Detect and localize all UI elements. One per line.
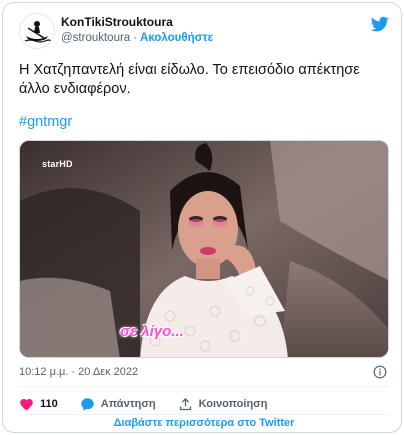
info-icon[interactable] [373,365,387,379]
divider [19,414,389,415]
divider [19,386,389,387]
like-button[interactable]: 110 [19,397,58,412]
tweet-card: KonTikiStrouktoura @strouktoura · Ακολουθή… [2,2,402,433]
heart-icon [20,398,33,410]
avatar[interactable] [19,13,55,49]
author-name[interactable]: KonTikiStrouktoura [61,15,173,29]
author-handle[interactable]: @strouktoura [61,32,130,44]
author-handle-row: @strouktoura · Ακολουθήστε [61,32,213,44]
follow-link[interactable]: Ακολουθήστε [140,32,213,44]
tweet-text: Η Χατζηπαντελή είναι είδωλο. Το επεισόδι… [19,62,360,97]
reply-button[interactable]: Απάντηση [80,397,156,412]
media-caption: σε λίγο... [120,323,184,340]
rower-logo-icon [24,21,51,43]
separator-dot: · [133,32,138,44]
share-label: Κοινοποίηση [198,398,268,410]
hashtag-link[interactable]: #gntmgr [19,114,72,130]
channel-logo: starHD [42,159,73,169]
share-button[interactable]: Κοινοποίηση [178,397,268,412]
share-icon [179,397,191,410]
speech-bubble-icon [81,397,94,411]
tweet-timestamp[interactable]: 10:12 μ.μ. · 20 Δεκ 2022 [19,366,138,378]
reply-label: Απάντηση [100,398,156,410]
read-more-link[interactable]: Διαβάστε περισσότερα στο Twitter [19,417,389,432]
twitter-bird-icon[interactable] [371,15,389,33]
tweet-media[interactable]: starHD σε λίγο... [19,140,389,358]
like-count: 110 [40,398,58,410]
media-scene [20,141,388,357]
tweet-actions: 110 Απάντηση Κοινοποίηση [19,395,289,413]
